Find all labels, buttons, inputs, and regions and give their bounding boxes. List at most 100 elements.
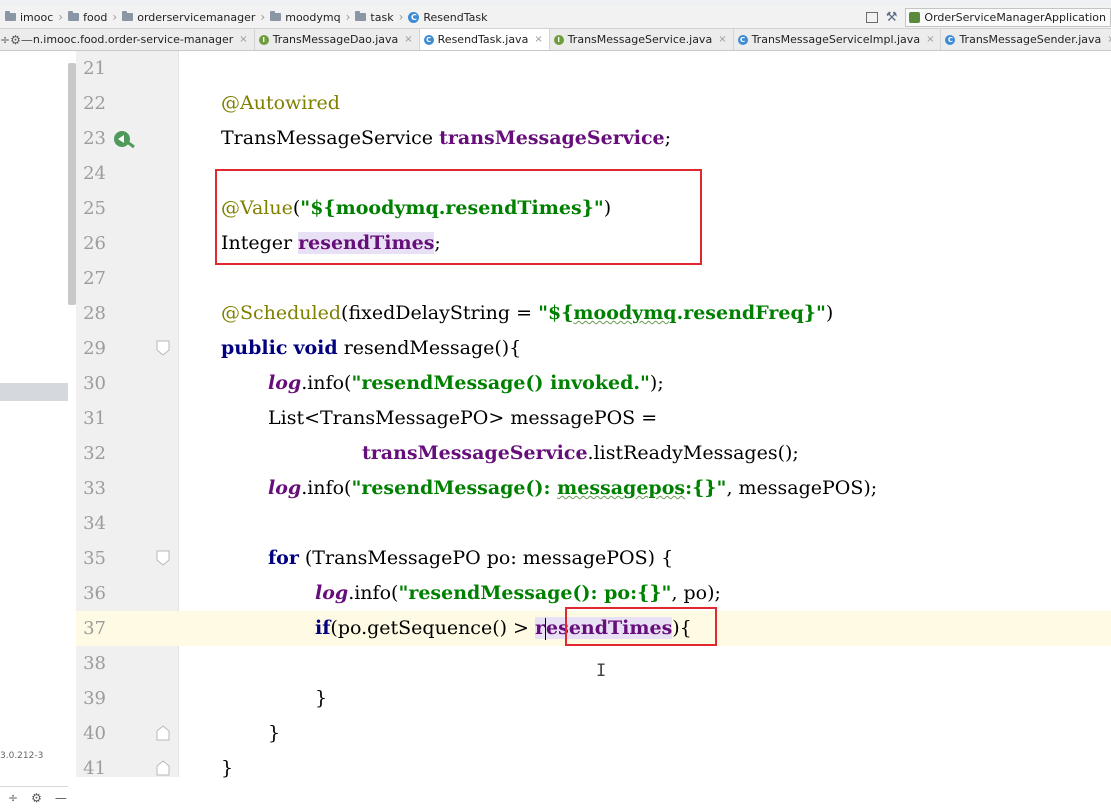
code-text: log.info("resendMessage(): po:{}", po); — [315, 582, 721, 604]
code-line[interactable]: 27 — [76, 261, 1111, 296]
line-number: 27 — [83, 268, 106, 289]
toolbar-right: ⚒ OrderServiceManagerApplication — [859, 6, 1111, 28]
code-line[interactable]: 24 — [76, 156, 1111, 191]
settings-gear-icon[interactable]: ⚙ — [31, 791, 42, 805]
class-icon: C — [408, 11, 420, 23]
breadcrumb-item[interactable]: C ResendTask — [408, 10, 488, 24]
code-line[interactable]: 37 if(po.getSequence() > resendTimes){ — [76, 611, 1111, 646]
code-text: @Autowired — [221, 92, 340, 114]
interface-icon: I — [258, 34, 269, 45]
run-configuration-select[interactable]: OrderServiceManagerApplication — [905, 7, 1111, 27]
collapse-all-icon[interactable]: ÷ — [0, 29, 10, 50]
breadcrumb-separator-icon: › — [58, 10, 64, 24]
tab-label: TransMessageDao.java — [272, 33, 399, 46]
project-tree-item-version: 3.0.212-3 — [0, 751, 44, 761]
editor-tab[interactable]: n.imooc.food.order-service-manager × — [33, 29, 255, 50]
breadcrumb-label: orderservicemanager — [137, 10, 256, 24]
close-tab-icon[interactable]: × — [926, 34, 934, 45]
editor-tab[interactable]: C TransMessageServiceImpl.java × — [734, 29, 942, 50]
code-line[interactable]: 28 @Scheduled(fixedDelayString = "${moody… — [76, 296, 1111, 331]
line-number: 31 — [83, 408, 106, 429]
code-line[interactable]: 40} — [76, 716, 1111, 751]
fold-marker-icon[interactable] — [156, 550, 170, 566]
code-text: transMessageService.listReadyMessages(); — [362, 442, 799, 464]
project-panel-scrollbar[interactable] — [68, 63, 76, 305]
close-tab-icon[interactable]: × — [718, 34, 726, 45]
code-line[interactable]: 39} — [76, 681, 1111, 716]
code-line[interactable]: 31 List<TransMessagePO> messagePOS = — [76, 401, 1111, 436]
project-structure-icon[interactable] — [865, 11, 878, 23]
close-tab-icon[interactable]: × — [239, 34, 247, 45]
line-number: 37 — [83, 618, 106, 639]
code-line[interactable]: 26 Integer resendTimes; — [76, 226, 1111, 261]
breadcrumb-item[interactable]: food — [68, 11, 107, 24]
code-text: } — [315, 687, 328, 709]
folder-icon — [270, 11, 282, 21]
editor-tab[interactable]: CTransMessageSender.java × — [941, 29, 1111, 50]
code-line[interactable]: 32 transMessageService.listReadyMessages(… — [76, 436, 1111, 471]
line-number: 29 — [83, 338, 106, 359]
hide-panel-icon[interactable]: — — [21, 29, 33, 50]
collapse-all-icon[interactable]: ÷ — [8, 791, 18, 805]
line-number: 21 — [83, 58, 106, 79]
interface-icon: I — [553, 34, 564, 45]
breadcrumb-label: food — [83, 10, 108, 24]
code-text: @Value("${moodymq.resendTimes}") — [221, 197, 612, 219]
code-text: } — [221, 757, 234, 779]
code-text: TransMessageService transMessageService; — [221, 127, 672, 149]
close-tab-icon[interactable]: × — [404, 34, 412, 45]
code-line[interactable]: 35 for (TransMessagePO po: messagePOS) { — [76, 541, 1111, 576]
line-number: 23 — [83, 128, 106, 149]
code-line[interactable]: 38 — [76, 646, 1111, 681]
fold-marker-icon[interactable] — [156, 340, 170, 356]
folder-icon — [5, 11, 16, 21]
code-line[interactable]: 25 @Value("${moodymq.resendTimes}") — [76, 191, 1111, 226]
project-tree-selection[interactable] — [0, 383, 68, 401]
code-line[interactable]: 33 log.info("resendMessage(): messagepos:… — [76, 471, 1111, 506]
line-number: 34 — [83, 513, 106, 534]
line-number: 25 — [83, 198, 106, 219]
code-line[interactable]: 30 log.info("resendMessage() invoked."); — [76, 366, 1111, 401]
editor-tab[interactable]: I TransMessageDao.java × — [255, 29, 420, 50]
breadcrumb-separator-icon: › — [112, 10, 118, 24]
code-line[interactable]: 36 log.info("resendMessage(): po:{}", po)… — [76, 576, 1111, 611]
run-configuration-label: OrderServiceManagerApplication — [924, 10, 1106, 24]
breadcrumb-item[interactable]: task — [355, 11, 394, 24]
line-number: 40 — [83, 723, 106, 744]
line-number: 35 — [83, 548, 106, 569]
breadcrumb-item[interactable]: imooc — [5, 11, 53, 24]
code-line[interactable]: 34 — [76, 506, 1111, 541]
close-tab-icon[interactable]: × — [1107, 34, 1111, 45]
breadcrumb-label: ResendTask — [423, 10, 488, 24]
line-number: 26 — [83, 233, 106, 254]
fold-marker-icon[interactable] — [156, 760, 170, 776]
code-line[interactable]: 29 public void resendMessage(){ — [76, 331, 1111, 366]
editor-tab-bar: ÷ ⚙ — n.imooc.food.order-service-manager… — [0, 29, 1111, 51]
line-number: 30 — [83, 373, 106, 394]
breadcrumb-item[interactable]: orderservicemanager — [122, 11, 255, 24]
code-line[interactable]: 23 TransMessageService transMessageServic… — [76, 121, 1111, 156]
build-hammer-icon[interactable]: ⚒ — [886, 10, 898, 25]
line-number: 33 — [83, 478, 106, 499]
editor-tab[interactable]: I TransMessageService.java × — [550, 29, 734, 50]
code-line[interactable]: 21 — [76, 51, 1111, 86]
code-line[interactable]: 22 @Autowired — [76, 86, 1111, 121]
bottom-panel-toolbar: ÷ ⚙ — — [0, 786, 68, 809]
tab-label: TransMessageSender.java — [959, 33, 1102, 46]
line-number: 22 — [83, 93, 106, 114]
settings-gear-icon[interactable]: ⚙ — [10, 29, 21, 50]
code-line[interactable]: 41} — [76, 751, 1111, 786]
close-tab-icon[interactable]: × — [534, 34, 542, 45]
navigate-to-bean-icon[interactable] — [112, 127, 136, 151]
breadcrumb-item[interactable]: moodymq — [270, 11, 341, 24]
code-text: log.info("resendMessage(): messagepos:{}… — [268, 477, 878, 499]
code-text: Integer resendTimes; — [221, 232, 441, 254]
tab-label: n.imooc.food.order-service-manager — [32, 33, 234, 46]
hide-panel-icon[interactable]: — — [55, 791, 67, 805]
editor-tab[interactable]: C ResendTask.java × — [419, 29, 550, 50]
code-text: List<TransMessagePO> messagePOS = — [268, 407, 658, 429]
code-text: public void resendMessage(){ — [221, 337, 522, 359]
tab-label: TransMessageServiceImpl.java — [751, 33, 921, 46]
fold-marker-icon[interactable] — [156, 725, 170, 741]
folder-icon — [122, 11, 134, 21]
